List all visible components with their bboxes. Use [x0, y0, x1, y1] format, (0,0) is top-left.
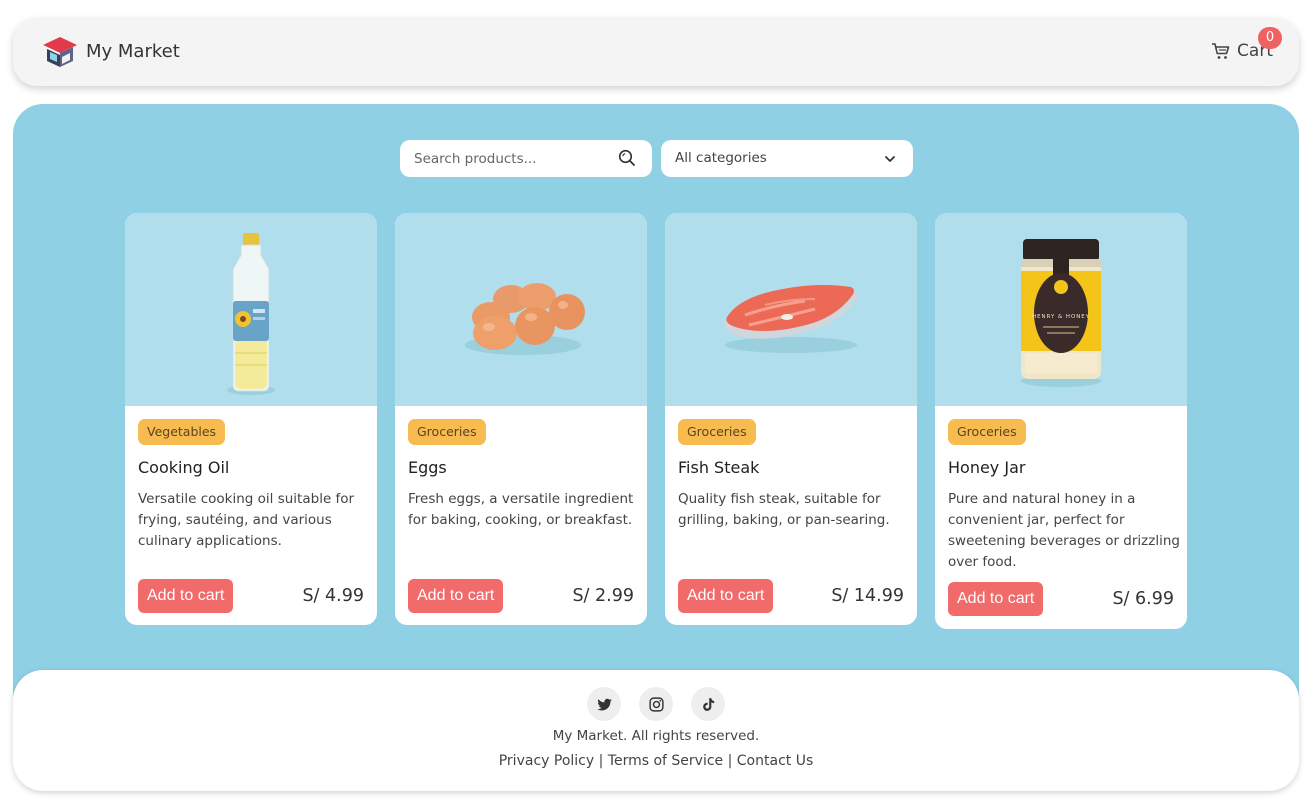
product-image-honey-jar: HENRY & HONEY: [935, 213, 1187, 406]
header: My Market Cart 0: [13, 18, 1299, 86]
footer-links: Privacy Policy | Terms of Service | Cont…: [13, 753, 1299, 769]
product-card-body: Groceries Honey Jar Pure and natural hon…: [935, 406, 1187, 625]
product-title: Eggs: [408, 458, 447, 477]
products-section: All categories Vegetables Cooking: [13, 104, 1299, 724]
terms-of-service-link[interactable]: Terms of Service: [608, 753, 723, 769]
copyright-text: My Market. All rights reserved.: [552, 728, 760, 744]
add-to-cart-button[interactable]: Add to cart: [408, 579, 504, 613]
product-description: Pure and natural honey in a convenient j…: [948, 491, 1180, 570]
twitter-icon: [596, 698, 612, 710]
product-price: S/ 2.99: [572, 586, 634, 606]
add-to-cart-button[interactable]: Add to cart: [138, 579, 234, 613]
product-title: Fish Steak: [678, 458, 760, 477]
brand-name[interactable]: My Market: [86, 41, 180, 62]
product-card: HENRY & HONEY Groceries Honey Jar Pure a…: [935, 213, 1187, 629]
product-image-cooking-oil: [125, 213, 377, 406]
product-title: Cooking Oil: [138, 458, 230, 477]
search-box: [400, 140, 652, 177]
footer: My Market. All rights reserved. Privacy …: [13, 670, 1299, 791]
product-image-fish-steak: [665, 213, 917, 406]
product-card: Groceries Fish Steak Quality fish steak,…: [665, 213, 917, 625]
product-card-body: Groceries Eggs Fresh eggs, a versatile i…: [395, 406, 647, 625]
add-to-cart-button[interactable]: Add to cart: [678, 579, 774, 613]
product-price: S/ 14.99: [831, 586, 904, 606]
link-separator: |: [598, 753, 604, 769]
product-card: Vegetables Cooking Oil Versatile cooking…: [125, 213, 377, 625]
tiktok-icon: [702, 697, 714, 711]
category-badge: Vegetables: [138, 419, 226, 445]
search-icon[interactable]: [618, 149, 636, 167]
category-select-value: All categories: [675, 150, 767, 166]
social-links: [587, 687, 725, 721]
product-price: S/ 4.99: [302, 586, 364, 606]
product-card: Groceries Eggs Fresh eggs, a versatile i…: [395, 213, 647, 625]
cart-icon: [1212, 43, 1230, 59]
category-select[interactable]: All categories: [661, 140, 913, 177]
chevron-down-icon: [885, 156, 895, 162]
honey-jar-label: HENRY & HONEY: [1032, 314, 1090, 320]
product-description: Fresh eggs, a versatile ingredient for b…: [408, 491, 634, 528]
product-description: Versatile cooking oil suitable for fryin…: [138, 491, 355, 549]
product-description: Quality fish steak, suitable for grillin…: [678, 491, 890, 528]
privacy-policy-link[interactable]: Privacy Policy: [499, 753, 594, 769]
cart-count-badge: 0: [1258, 27, 1282, 49]
product-card-body: Vegetables Cooking Oil Versatile cooking…: [125, 406, 377, 625]
link-separator: |: [727, 753, 733, 769]
search-input[interactable]: [414, 140, 609, 177]
store-icon[interactable]: [41, 35, 79, 69]
twitter-link[interactable]: [587, 687, 621, 721]
add-to-cart-button[interactable]: Add to cart: [948, 582, 1044, 616]
product-price: S/ 6.99: [1112, 589, 1174, 609]
category-badge: Groceries: [408, 419, 486, 445]
category-badge: Groceries: [678, 419, 756, 445]
contact-us-link[interactable]: Contact Us: [737, 753, 813, 769]
product-title: Honey Jar: [948, 458, 1026, 477]
product-card-body: Groceries Fish Steak Quality fish steak,…: [665, 406, 917, 625]
instagram-link[interactable]: [639, 687, 673, 721]
tiktok-link[interactable]: [691, 687, 725, 721]
instagram-icon: [648, 696, 664, 712]
category-badge: Groceries: [948, 419, 1026, 445]
product-image-eggs: [395, 213, 647, 406]
